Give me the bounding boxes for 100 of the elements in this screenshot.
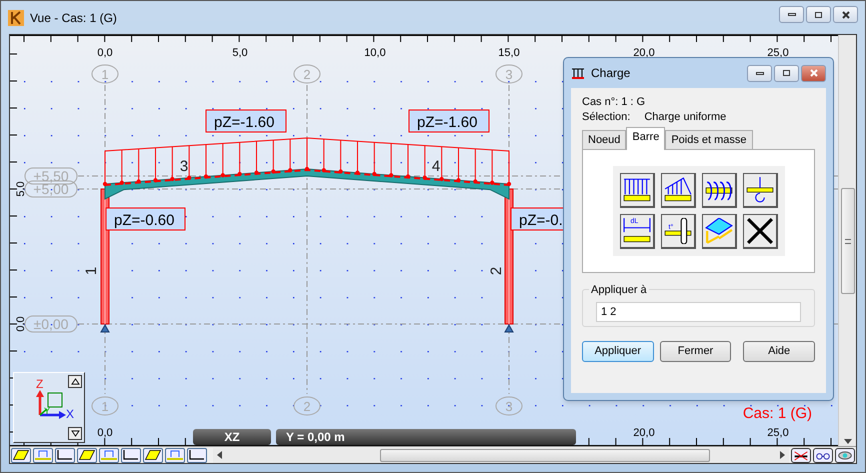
tool-icon (145, 450, 161, 460)
horizontal-scrollbar[interactable] (213, 448, 789, 462)
delete-icon (746, 218, 774, 244)
load-label: pZ=-1.60 (206, 110, 286, 132)
ruler-label: 5,0 (232, 47, 248, 59)
toolbar-button[interactable] (143, 448, 163, 462)
plane-label: XZ (193, 429, 271, 445)
case-text: Cas n°: 1 : G (582, 95, 646, 109)
load-type-button[interactable] (702, 173, 736, 208)
tool-icon (101, 450, 117, 460)
ruler-label: 0,0 (97, 427, 113, 439)
x-axis-label: X (66, 408, 74, 420)
tool-icon (167, 450, 183, 460)
tab[interactable]: Barre (626, 127, 666, 150)
scroll-down-icon[interactable] (844, 439, 852, 444)
window-title: Vue - Cas: 1 (G) (30, 10, 118, 26)
bar-number: 3 (180, 158, 188, 175)
ruler-label: 5,0 (15, 181, 27, 197)
ruler-label: 20,0 (633, 47, 655, 59)
trapezoid-load-icon (664, 177, 692, 203)
dialog-title: Charge (591, 65, 632, 82)
eye-icon (836, 450, 854, 460)
ruler-label: 15,0 (498, 47, 520, 59)
tab[interactable]: Noeud (582, 130, 626, 149)
maximize-icon (815, 12, 822, 18)
tool-icon (13, 450, 29, 460)
scroll-thumb[interactable] (840, 188, 854, 294)
load-type-button[interactable] (660, 173, 696, 208)
bar-number: 4 (432, 158, 440, 175)
toolbar-button[interactable] (77, 448, 97, 462)
ruler-label: 20,0 (633, 427, 655, 439)
plate-icon (704, 218, 732, 244)
selection-value: Charge uniforme (644, 110, 726, 124)
up-button[interactable] (68, 375, 82, 388)
position-label: Y = 0,00 m (276, 429, 576, 445)
ruler-label: 0,0 (97, 47, 113, 59)
scroll-thumb[interactable] (380, 448, 710, 462)
axis-bubble: 3 (496, 396, 522, 416)
point-moment-icon (746, 177, 774, 203)
load-type-button[interactable] (742, 214, 778, 249)
minimize-icon (756, 72, 764, 74)
load-type-button[interactable] (742, 173, 778, 208)
view-toggle-button[interactable] (813, 448, 833, 462)
toolbar-button[interactable] (55, 448, 75, 462)
elongation-icon (622, 218, 650, 244)
minimize-button[interactable] (747, 64, 772, 82)
load-label: pZ=-1.60 (408, 110, 490, 132)
dialog-button[interactable]: Appliquer (582, 341, 654, 362)
toolbar-button[interactable] (187, 448, 207, 462)
group-label: Appliquer à (589, 282, 649, 298)
minimize-button[interactable] (779, 6, 804, 23)
load-label: pZ=-0.60 (106, 208, 186, 230)
dialog-button[interactable]: Fermer (660, 341, 732, 362)
axis-bubble: 1 (92, 396, 118, 416)
tool-icon (123, 450, 139, 460)
axis-bubble: 3 (496, 64, 522, 84)
tool-icon (79, 450, 95, 460)
tab[interactable]: Poids et masse (665, 130, 753, 149)
tool-icon (35, 450, 51, 460)
thermometer-icon (664, 218, 692, 244)
tool-icon (57, 450, 73, 460)
bar-number: 2 (488, 266, 505, 276)
bar-number: 1 (83, 266, 100, 276)
dialog-button[interactable]: Aide (743, 341, 816, 362)
uniform-load-icon (622, 177, 650, 203)
grip-icon (844, 238, 850, 244)
scroll-right-icon (780, 451, 785, 459)
axis-bubble: 2 (294, 396, 320, 416)
triangle-down-icon (70, 430, 80, 437)
ruler-label: 25,0 (767, 427, 789, 439)
view-toggle-button[interactable] (791, 448, 811, 462)
load-type-button[interactable] (702, 214, 736, 249)
vertical-scrollbar[interactable] (838, 35, 856, 446)
maximize-button[interactable] (774, 64, 799, 82)
close-button[interactable] (833, 6, 858, 23)
scroll-left-icon (217, 451, 222, 459)
selection-label: Sélection: (582, 110, 630, 124)
ruler-label: 0,0 (15, 316, 27, 332)
axis-bubble: 2 (294, 64, 320, 84)
z-axis-label: Z (36, 378, 44, 390)
toolbar-button[interactable] (11, 448, 31, 462)
load-icon (571, 66, 585, 80)
minimize-icon (788, 13, 796, 16)
close-icon (808, 68, 818, 78)
app-logo-icon (8, 10, 24, 26)
maximize-button[interactable] (806, 6, 831, 23)
load-type-button[interactable] (620, 173, 654, 208)
maximize-icon (783, 70, 790, 76)
ruler-label: 10,0 (364, 47, 386, 59)
crossed-out-icon (792, 450, 810, 460)
axes-icon (36, 390, 66, 419)
apply-field[interactable]: 1 2 (596, 302, 801, 322)
close-icon (840, 10, 850, 20)
triangle-up-icon (70, 378, 80, 385)
view-toggle-button[interactable] (835, 448, 855, 462)
case-label: Cas: 1 (G) (742, 405, 812, 422)
level-label: +5,00 (24, 180, 78, 198)
down-button[interactable] (68, 427, 82, 440)
level-label: ±0,00 (24, 316, 78, 332)
toolbar-button[interactable] (121, 448, 141, 462)
